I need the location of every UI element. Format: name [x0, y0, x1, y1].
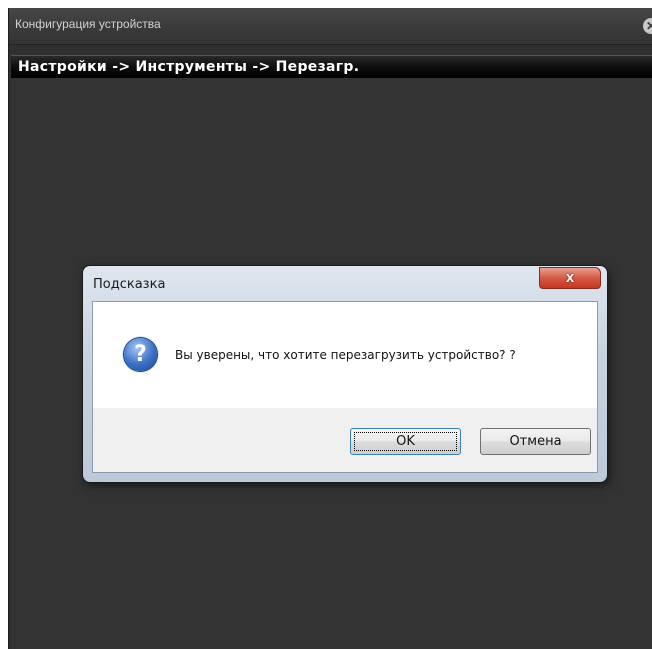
focus-ring [354, 432, 457, 451]
breadcrumb-bar: Настройки -> Инструменты -> Перезагр. [11, 55, 652, 79]
title-bar[interactable]: Конфигурация устройства ✕ [9, 8, 652, 45]
cancel-button[interactable]: Отмена [480, 428, 591, 455]
ok-button[interactable]: OK [350, 428, 461, 455]
cancel-button-label: Отмена [509, 434, 562, 449]
question-icon: ? [124, 338, 157, 371]
dialog-title: Подсказка [93, 277, 166, 292]
message-row: ? Вы уверены, что хотите перезагрузить у… [93, 302, 597, 408]
dialog-close-button[interactable]: x [539, 267, 601, 289]
confirm-dialog: Подсказка x ? Вы уверены, что хотите пер… [83, 266, 607, 482]
button-row: OK Отмена [93, 408, 597, 472]
dialog-body: ? Вы уверены, что хотите перезагрузить у… [92, 301, 598, 473]
window-title: Конфигурация устройства [15, 17, 161, 31]
breadcrumb: Настройки -> Инструменты -> Перезагр. [18, 59, 360, 75]
close-icon: x [565, 269, 575, 286]
close-icon[interactable]: ✕ [643, 18, 652, 34]
dialog-message: Вы уверены, что хотите перезагрузить уст… [175, 348, 516, 362]
